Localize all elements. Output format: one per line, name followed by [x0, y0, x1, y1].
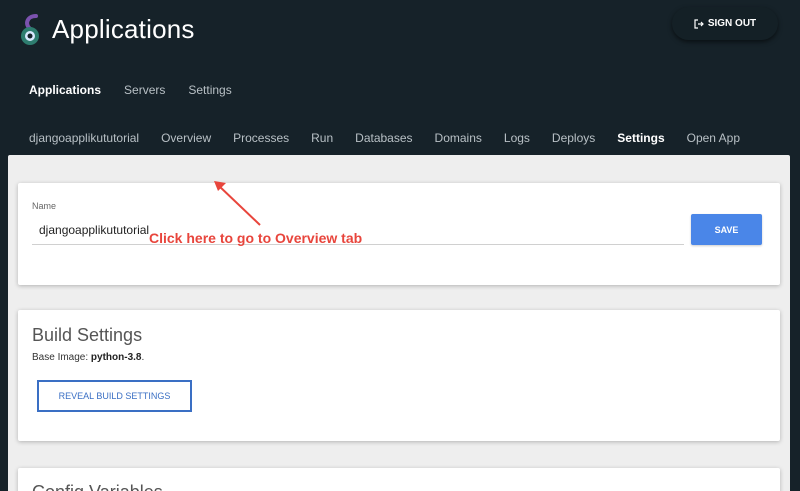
base-image-value: python-3.8 [90, 352, 142, 363]
tab-logs[interactable]: Logs [504, 131, 530, 145]
base-image-suffix: . [141, 352, 145, 363]
name-field-label: Name [32, 201, 57, 211]
topnav-settings[interactable]: Settings [188, 83, 231, 97]
tab-processes[interactable]: Processes [233, 131, 289, 145]
build-settings-title: Build Settings [32, 325, 143, 345]
app-logo-icon[interactable] [16, 12, 48, 48]
config-variables-title: Config Variables [32, 482, 163, 491]
reveal-build-settings-button[interactable]: REVEAL BUILD SETTINGS [37, 380, 192, 412]
save-button[interactable]: SAVE [691, 214, 762, 245]
tab-app-name[interactable]: djangoapplikututorial [29, 131, 139, 145]
tab-run[interactable]: Run [311, 131, 333, 145]
app-header: Applications SIGN OUT Applications Serve… [0, 0, 800, 155]
topnav-servers[interactable]: Servers [124, 83, 165, 97]
tab-databases[interactable]: Databases [355, 131, 412, 145]
tab-domains[interactable]: Domains [435, 131, 482, 145]
sign-out-label: SIGN OUT [707, 18, 757, 29]
base-image-label: Base Image: [32, 352, 91, 363]
build-settings-card: Build Settings Base Image: python-3.8. R… [18, 310, 780, 441]
logout-icon [694, 18, 704, 29]
overview-callout-text: Click here to go to Overview tab [149, 230, 363, 246]
tab-deploys[interactable]: Deploys [552, 131, 595, 145]
page-title: Applications [52, 14, 195, 44]
tab-settings[interactable]: Settings [617, 131, 664, 145]
app-subnav: djangoapplikututorial Overview Processes… [29, 131, 762, 145]
topnav-applications[interactable]: Applications [29, 83, 101, 97]
sign-out-button[interactable]: SIGN OUT [672, 7, 778, 40]
tab-open-app[interactable]: Open App [687, 131, 740, 145]
base-image-text: Base Image: python-3.8. [32, 352, 144, 363]
settings-content: Name djangoapplikututorial SAVE Click he… [8, 155, 790, 491]
top-navigation: Applications Servers Settings [29, 83, 232, 97]
config-variables-card: Config Variables [18, 468, 780, 491]
name-card: Name djangoapplikututorial SAVE Click he… [18, 181, 780, 285]
tab-overview[interactable]: Overview [161, 131, 211, 145]
callout-arrow-icon [214, 181, 261, 226]
